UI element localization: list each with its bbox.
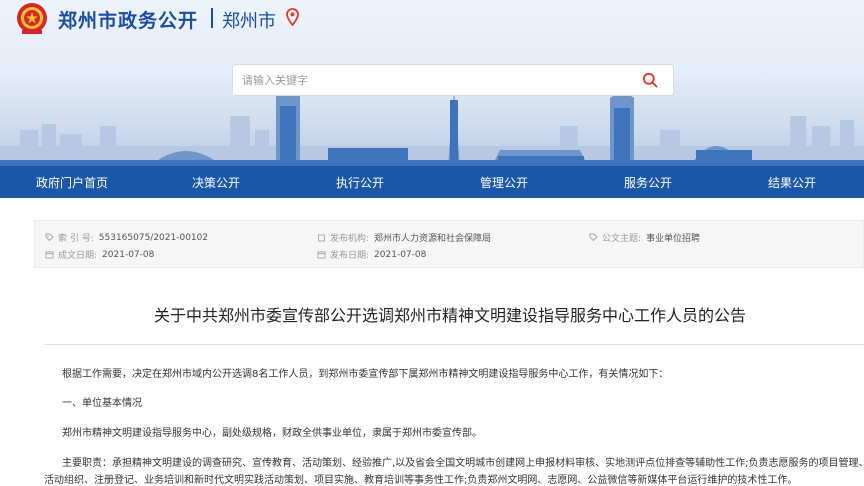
search-icon xyxy=(642,72,658,88)
meta-index-number: 索 引 号: 553165075/2021-00102 xyxy=(45,231,208,244)
meta-publisher: 发布机构: 郑州市人力资源和社会保障局 xyxy=(317,231,491,244)
meta-created-date: 成文日期: 2021-07-08 xyxy=(45,248,154,261)
meta-topic: 公文主题: 事业单位招聘 xyxy=(589,231,700,244)
building-icon xyxy=(318,234,325,242)
city-name[interactable]: 郑州市 xyxy=(222,7,276,33)
city-skyline-illustration xyxy=(0,90,864,166)
national-emblem-icon xyxy=(17,3,47,34)
meta-label: 索 引 号: xyxy=(58,234,94,244)
meta-label: 发布机构: xyxy=(330,234,370,244)
document-meta-box: 索 引 号: 553165075/2021-00102 发布机构: 郑州市人力资… xyxy=(34,220,864,268)
nav-item-label: 服务公开 xyxy=(623,175,672,190)
nav-item-management[interactable]: 管理公开 xyxy=(432,166,576,198)
topic-icon xyxy=(589,233,598,242)
nav-item-label: 执行公开 xyxy=(335,175,384,190)
calendar-icon xyxy=(317,251,326,259)
meta-label: 发布日期: xyxy=(330,251,370,261)
nav-item-portal-home[interactable]: 政府门户首页 xyxy=(0,166,144,198)
title-divider-line xyxy=(44,344,864,345)
nav-item-label: 决策公开 xyxy=(191,175,240,190)
meta-published-date: 发布日期: 2021-07-08 xyxy=(317,248,426,261)
meta-value: 郑州市人力资源和社会保障局 xyxy=(374,234,492,244)
meta-value: 553165075/2021-00102 xyxy=(98,232,209,243)
article-title: 关于中共郑州市委宣传部公开选调郑州市精神文明建设指导服务中心工作人员的公告 xyxy=(153,306,746,325)
meta-label: 公文主题: xyxy=(602,234,642,244)
title-divider xyxy=(211,8,213,28)
search-input[interactable] xyxy=(233,65,625,95)
meta-value: 事业单位招聘 xyxy=(646,234,701,244)
nav-item-execution[interactable]: 执行公开 xyxy=(288,166,432,198)
meta-value: 2021-07-08 xyxy=(374,249,427,260)
nav-item-label: 政府门户首页 xyxy=(35,175,108,190)
article-paragraph: 根据工作需要，决定在郑州市域内公开选调8名工作人员，到郑州市委宣传部下属郑州市精… xyxy=(62,369,669,380)
site-title[interactable]: 郑州市政务公开 xyxy=(58,6,198,33)
article-section-heading: 一、单位基本情况 xyxy=(62,398,142,409)
nav-item-decision[interactable]: 决策公开 xyxy=(144,166,288,198)
nav-item-result[interactable]: 结果公开 xyxy=(720,166,864,198)
nav-item-service[interactable]: 服务公开 xyxy=(576,166,720,198)
article-paragraph: 活动组织、注册登记、业务培训和新时代文明实践活动策划、项目实施、教育培训等事务性… xyxy=(44,475,798,486)
tag-icon xyxy=(45,233,54,242)
article-paragraph: 郑州市精神文明建设指导服务中心，副处级规格，财政全供事业单位，隶属于郑州市委宣传… xyxy=(62,428,482,439)
search-box xyxy=(232,64,674,96)
nav-item-label: 结果公开 xyxy=(767,175,816,190)
article-paragraph: 主要职责：承担精神文明建设的调查研究、宣传教育、活动策划、经验推广,以及省会全国… xyxy=(62,458,864,469)
search-button[interactable] xyxy=(627,65,673,95)
meta-value: 2021-07-08 xyxy=(102,249,155,260)
location-pin-icon[interactable] xyxy=(286,8,299,26)
nav-item-label: 管理公开 xyxy=(479,175,528,190)
calendar-icon xyxy=(45,251,54,259)
header-banner: 郑州市政务公开 郑州市 xyxy=(0,0,864,166)
meta-label: 成文日期: xyxy=(58,251,98,261)
page: 郑州市政务公开 郑州市 请输入关键字 政府门户首页 决策公开 执行公开 管理公开… xyxy=(0,0,864,486)
main-nav: 政府门户首页 决策公开 执行公开 管理公开 服务公开 结果公开 xyxy=(0,166,864,198)
